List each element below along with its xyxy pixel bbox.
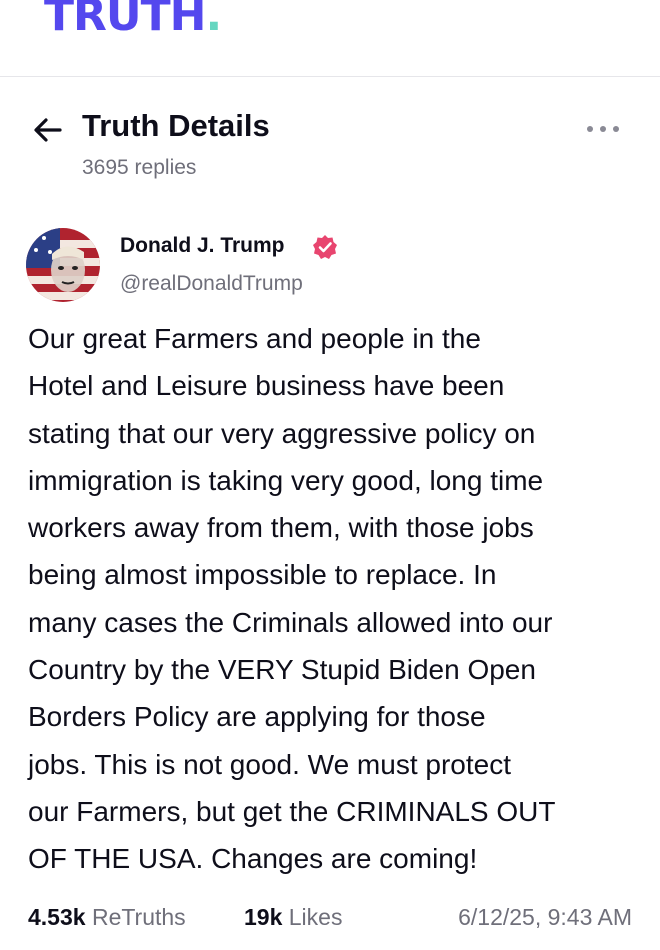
reply-count: 3695 replies [82, 156, 197, 179]
retruths-count: 4.53k [28, 904, 86, 930]
author-handle[interactable]: @realDonaldTrump [120, 272, 303, 296]
back-button[interactable] [30, 112, 66, 148]
avatar[interactable] [26, 228, 100, 302]
logo-dot: . [205, 0, 222, 41]
logo-text: TRUTH [44, 0, 206, 41]
post-timestamp: 6/12/25, 9:43 AM [458, 904, 632, 930]
top-bar: TRUTH. [0, 0, 660, 77]
retruths-stat[interactable]: 4.53k ReTruths [28, 904, 186, 931]
post-text: Our great Farmers and people in the Hote… [28, 323, 556, 875]
avatar-image [26, 228, 100, 302]
more-horizontal-icon [587, 126, 593, 132]
post-stats: 4.53k ReTruths 19k Likes 6/12/25, 9:43 A… [0, 898, 660, 942]
page-title: Truth Details [82, 108, 270, 143]
truth-logo[interactable]: TRUTH. [44, 0, 222, 41]
author-name[interactable]: Donald J. Trump [120, 234, 285, 258]
likes-label: Likes [288, 904, 343, 930]
post-author: Donald J. Trump @realDonaldTrump [0, 224, 660, 304]
more-options-button[interactable] [586, 118, 626, 138]
likes-stat[interactable]: 19k Likes [244, 904, 342, 931]
likes-count: 19k [244, 904, 283, 930]
page-header: Truth Details 3695 replies [0, 100, 660, 200]
verified-badge-icon [312, 234, 338, 260]
retruths-label: ReTruths [91, 904, 186, 930]
arrow-left-icon [34, 118, 62, 142]
